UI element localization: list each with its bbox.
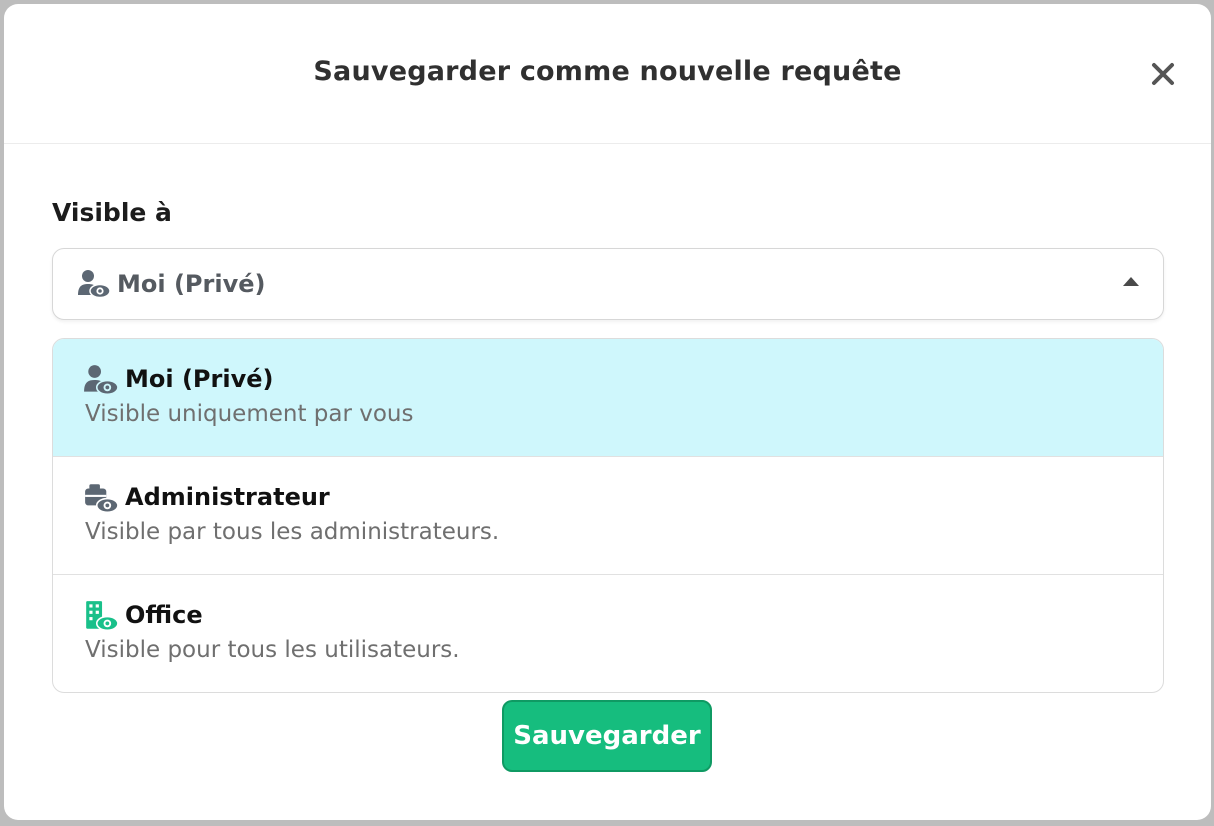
- option-private[interactable]: Moi (Privé) Visible uniquement par vous: [53, 339, 1163, 457]
- option-description: Visible uniquement par vous: [85, 401, 414, 427]
- user-eye-icon: [83, 363, 119, 397]
- visibility-label: Visible à: [52, 198, 172, 227]
- close-button[interactable]: [1145, 56, 1181, 92]
- option-admin[interactable]: Administrateur Visible par tous les admi…: [53, 457, 1163, 575]
- save-button[interactable]: Sauvegarder: [502, 700, 712, 772]
- option-description: Visible par tous les administrateurs.: [85, 519, 500, 545]
- dialog-title: Sauvegarder comme nouvelle requête: [313, 56, 902, 87]
- option-title: Administrateur: [125, 483, 330, 511]
- visibility-options-list: Moi (Privé) Visible uniquement par vous …: [52, 338, 1164, 693]
- option-office[interactable]: Office Visible pour tous les utilisateur…: [53, 575, 1163, 692]
- visibility-select[interactable]: Moi (Privé): [52, 248, 1164, 320]
- option-title: Office: [125, 601, 203, 629]
- dialog-header: Sauvegarder comme nouvelle requête: [4, 4, 1211, 144]
- option-title: Moi (Privé): [125, 365, 274, 393]
- save-query-dialog: Sauvegarder comme nouvelle requête Visib…: [4, 4, 1211, 820]
- close-icon: [1152, 63, 1174, 85]
- user-eye-icon: [77, 267, 111, 301]
- option-description: Visible pour tous les utilisateurs.: [85, 637, 460, 663]
- admin-eye-icon: [83, 481, 119, 515]
- building-eye-icon: [83, 599, 119, 633]
- visibility-selected-value: Moi (Privé): [117, 270, 266, 298]
- caret-up-icon: [1123, 277, 1139, 286]
